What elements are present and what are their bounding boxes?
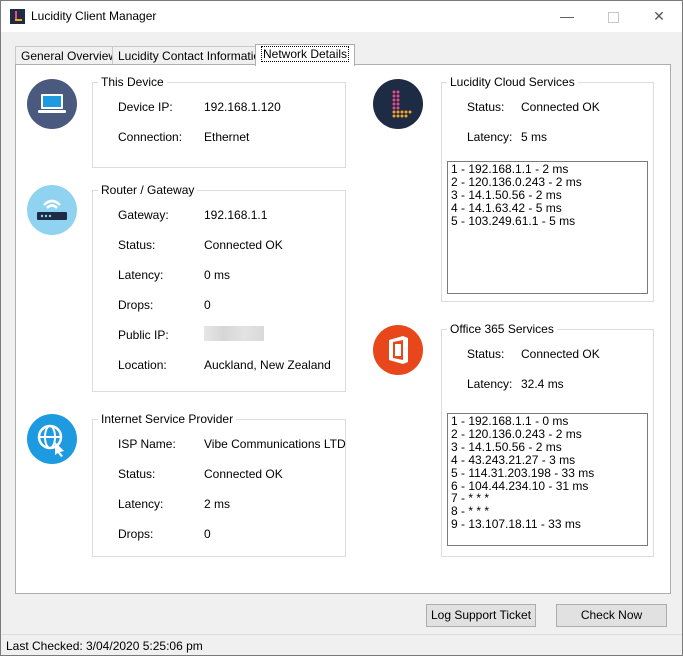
public-ip-label: Public IP: (118, 328, 169, 342)
title-bar[interactable]: Lucidity Client Manager — ✕ (1, 1, 682, 32)
lucidity-cloud-icon (373, 79, 423, 129)
globe-cursor-icon (27, 414, 77, 464)
isp-name-label: ISP Name: (118, 437, 176, 451)
gateway-label: Gateway: (118, 208, 169, 222)
tab-network-details[interactable]: Network Details (255, 44, 356, 66)
log-support-ticket-button[interactable]: Log Support Ticket (426, 604, 536, 627)
isp-drops-label: Drops: (118, 527, 154, 541)
last-checked-value: 3/04/2020 5:25:06 pm (86, 639, 203, 653)
location-value: Auckland, New Zealand (204, 358, 331, 372)
lucidity-cloud-group: Lucidity Cloud Services Status: Connecte… (441, 75, 654, 302)
office365-icon (373, 325, 423, 375)
office365-group: Office 365 Services Status: Connected OK… (441, 322, 654, 557)
cloud-status-label: Status: (467, 100, 505, 114)
router-latency-label: Latency: (118, 268, 164, 282)
isp-drops-value: 0 (204, 527, 211, 541)
status-bar: Last Checked: 3/04/2020 5:25:06 pm (1, 634, 682, 656)
list-item[interactable]: 5 - 114.31.203.198 - 33 ms (451, 466, 644, 480)
router-drops-value: 0 (204, 298, 211, 312)
list-item[interactable]: 3 - 14.1.50.56 - 2 ms (451, 440, 644, 454)
maximize-icon (607, 11, 619, 23)
close-button[interactable]: ✕ (636, 1, 682, 32)
isp-title: Internet Service Provider (98, 412, 237, 426)
connection-label: Connection: (118, 130, 183, 144)
tab-general-overview[interactable]: General Overview (15, 46, 124, 65)
list-item[interactable]: 4 - 43.243.21.27 - 3 ms (451, 453, 644, 467)
tab-network-details-label: Network Details (261, 46, 350, 62)
network-details-panel: This Device Device IP: 192.168.1.120 Con… (15, 64, 671, 594)
location-label: Location: (118, 358, 167, 372)
isp-latency-label: Latency: (118, 497, 164, 511)
router-gateway-group: Router / Gateway Gateway: 192.168.1.1 St… (92, 183, 346, 392)
list-item[interactable]: 5 - 103.249.61.1 - 5 ms (451, 214, 644, 228)
app-window: Lucidity Client Manager — ✕ General Over… (0, 0, 683, 656)
device-ip-label: Device IP: (118, 100, 173, 114)
tab-lucidity-contact-information[interactable]: Lucidity Contact Information (112, 46, 273, 65)
list-item[interactable]: 1 - 192.168.1.1 - 0 ms (451, 415, 644, 428)
office-status-label: Status: (467, 347, 505, 361)
connection-value: Ethernet (204, 130, 250, 144)
router-status-label: Status: (118, 238, 156, 252)
router-gateway-title: Router / Gateway (98, 183, 198, 197)
list-item[interactable]: 1 - 192.168.1.1 - 2 ms (451, 163, 644, 176)
cloud-status-value: Connected OK (521, 100, 600, 114)
gateway-value: 192.168.1.1 (204, 208, 268, 222)
maximize-button[interactable] (590, 1, 636, 32)
check-now-button[interactable]: Check Now (556, 604, 667, 627)
lucidity-logo-icon (10, 9, 25, 24)
laptop-icon (27, 79, 77, 129)
router-status-value: Connected OK (204, 238, 283, 252)
this-device-title: This Device (98, 75, 167, 89)
isp-name-value: Vibe Communications LTD (204, 437, 346, 451)
office-trace-list[interactable]: 1 - 192.168.1.1 - 0 ms 2 - 120.136.0.243… (447, 413, 648, 546)
office-status-value: Connected OK (521, 347, 600, 361)
router-drops-label: Drops: (118, 298, 154, 312)
isp-status-value: Connected OK (204, 467, 283, 481)
cloud-latency-label: Latency: (467, 130, 513, 144)
minimize-button[interactable]: — (544, 1, 590, 32)
window-title: Lucidity Client Manager (31, 9, 157, 23)
office365-title: Office 365 Services (447, 322, 557, 336)
office-latency-label: Latency: (467, 377, 513, 391)
last-checked-label: Last Checked: (6, 639, 83, 653)
list-item[interactable]: 2 - 120.136.0.243 - 2 ms (451, 176, 644, 189)
isp-latency-value: 2 ms (204, 497, 231, 511)
cloud-trace-list[interactable]: 1 - 192.168.1.1 - 2 ms 2 - 120.136.0.243… (447, 161, 648, 294)
this-device-group: This Device Device IP: 192.168.1.120 Con… (92, 75, 346, 168)
public-ip-redacted (204, 326, 264, 342)
isp-status-label: Status: (118, 467, 156, 481)
device-ip-value: 192.168.1.120 (204, 100, 281, 114)
isp-group: Internet Service Provider ISP Name: Vibe… (92, 412, 346, 557)
office-latency-value: 32.4 ms (521, 377, 564, 391)
list-item[interactable]: 2 - 120.136.0.243 - 2 ms (451, 428, 644, 441)
list-item[interactable]: 9 - 13.107.18.11 - 33 ms (451, 518, 644, 531)
lucidity-cloud-title: Lucidity Cloud Services (447, 75, 578, 89)
wifi-router-icon (27, 185, 77, 235)
cloud-latency-value: 5 ms (521, 130, 548, 144)
list-item[interactable]: 4 - 14.1.63.42 - 5 ms (451, 201, 644, 215)
list-item[interactable]: 3 - 14.1.50.56 - 2 ms (451, 188, 644, 202)
router-latency-value: 0 ms (204, 268, 231, 282)
